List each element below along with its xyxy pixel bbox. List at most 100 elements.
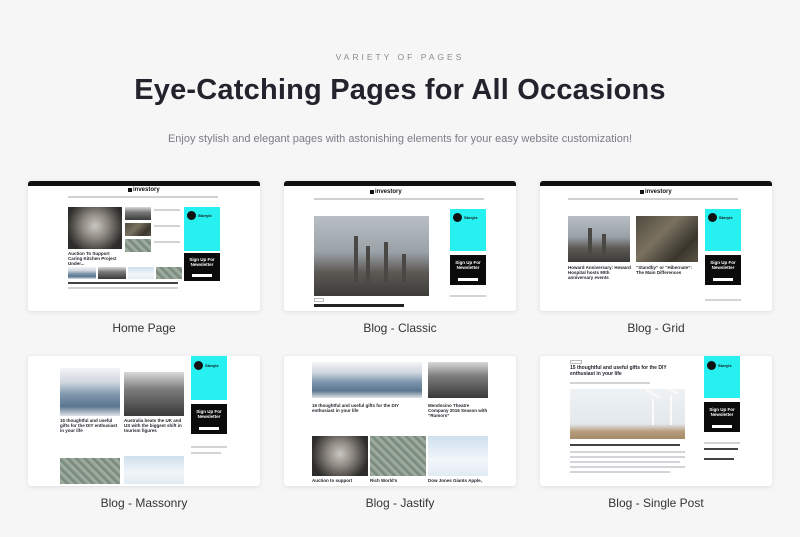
section-subtitle: Enjoy stylish and elegant pages with ast…: [167, 133, 633, 145]
mini-logo: investory: [128, 187, 160, 193]
post-title: Auction to support: [312, 478, 353, 483]
mini-topbar: [540, 181, 772, 186]
blog-grid-preview[interactable]: investory Howard Anniversary: Howard Hos…: [540, 181, 772, 311]
newsletter-button[interactable]: [712, 425, 732, 428]
post-title: Mendocino Theatre Company 2016 Season wi…: [428, 403, 488, 419]
feature-photo: [68, 207, 122, 249]
newsletter-label: Sign Up For Newsletter: [709, 407, 735, 417]
post-photo: [60, 458, 120, 484]
newsletter-box[interactable]: Sign Up For Newsletter: [450, 255, 486, 285]
post-title: Australia beats the UK and US with the b…: [124, 418, 182, 434]
blog-jastify-preview[interactable]: 15 thoughtful and useful gifts for the D…: [284, 356, 516, 486]
promo-banner[interactable]: Storyix: [184, 207, 220, 251]
promo-banner[interactable]: Storyix: [191, 356, 227, 400]
promo-badge: [708, 213, 717, 222]
thumb-photo: [125, 239, 151, 252]
thumb-photo: [68, 267, 96, 279]
section-title: Eye-Catching Pages for All Occasions: [134, 74, 666, 106]
text-line: [704, 442, 740, 444]
post-photo: [60, 368, 120, 416]
thumb-photo: [125, 207, 151, 220]
blog-classic-preview[interactable]: investory Storyix Sign Up For Newsletter: [284, 181, 516, 311]
page-label[interactable]: Home Page: [28, 321, 260, 335]
mini-topbar: [28, 181, 260, 186]
text-line: [154, 209, 180, 211]
page-label[interactable]: Blog - Single Post: [540, 496, 772, 510]
text-line: [570, 451, 685, 453]
promo-banner[interactable]: Storyix: [705, 209, 741, 251]
text-line: [570, 461, 680, 463]
text-line: [68, 287, 178, 289]
newsletter-label: Sign Up For Newsletter: [196, 409, 222, 419]
category-chip[interactable]: [314, 298, 324, 302]
text-line: [154, 241, 180, 243]
post-title: Dow Jones Giants Apple,: [428, 478, 482, 483]
promo-name: Storyix: [205, 363, 219, 368]
page-label[interactable]: Blog - Massonry: [28, 496, 260, 510]
mini-logo: investory: [370, 189, 402, 195]
mini-nav: [68, 196, 218, 198]
post-title: 15 thoughtful and useful gifts for the D…: [570, 365, 667, 377]
newsletter-box[interactable]: Sign Up For Newsletter: [704, 402, 740, 432]
text-line: [68, 282, 178, 284]
promo-badge: [707, 361, 716, 370]
mini-logo: investory: [640, 189, 672, 195]
post-photo: [312, 436, 368, 476]
mini-topbar: [284, 181, 516, 186]
promo-name: Storyix: [198, 213, 212, 218]
text-line: [154, 225, 180, 227]
post-photo: [428, 362, 488, 398]
promo-name: Storyix: [718, 363, 732, 368]
page-label[interactable]: Blog - Classic: [284, 321, 516, 335]
home-page-preview[interactable]: investory Auction To Support Caring Kitc…: [28, 181, 260, 311]
newsletter-button[interactable]: [192, 274, 212, 277]
promo-name: Storyix: [719, 215, 733, 220]
text-line: [450, 295, 486, 297]
newsletter-box[interactable]: Sign Up For Newsletter: [191, 404, 227, 434]
post-photo: [428, 436, 488, 476]
blog-massonry-preview[interactable]: 15 thoughtful and useful gifts for the D…: [28, 356, 260, 486]
text-line: [705, 299, 741, 301]
page-label[interactable]: Blog - Jastify: [284, 496, 516, 510]
promo-badge: [187, 211, 196, 220]
text-line: [570, 444, 680, 446]
category-chip[interactable]: [570, 360, 582, 364]
promo-banner[interactable]: Storyix: [704, 356, 740, 398]
promo-badge: [194, 361, 203, 370]
text-line: [704, 448, 738, 450]
promo-badge: [453, 213, 462, 222]
post-photo: [636, 216, 698, 262]
post-title: “Standby” or “Hibernate”: The Main Diffe…: [636, 265, 693, 276]
newsletter-button[interactable]: [713, 278, 733, 281]
thumb-photo: [125, 223, 151, 236]
thumb-photo: [128, 267, 154, 279]
mini-nav: [314, 198, 484, 200]
thumb-photo: [156, 267, 182, 279]
promo-name: Storyix: [464, 215, 478, 220]
feature-photo: [314, 216, 429, 296]
newsletter-button[interactable]: [199, 427, 219, 430]
post-title: 15 thoughtful and useful gifts for the D…: [60, 418, 118, 434]
newsletter-label: Sign Up For Newsletter: [189, 257, 215, 267]
post-photo: [124, 456, 184, 484]
text-line: [570, 456, 685, 458]
text-line: [191, 452, 221, 454]
page-label[interactable]: Blog - Grid: [540, 321, 772, 335]
mini-nav: [568, 198, 738, 200]
newsletter-box[interactable]: Sign Up For Newsletter: [184, 253, 220, 281]
newsletter-box[interactable]: Sign Up For Newsletter: [705, 255, 741, 285]
newsletter-label: Sign Up For Newsletter: [710, 260, 736, 270]
text-line: [704, 458, 734, 460]
post-title: Rich World's: [370, 478, 398, 483]
thumb-photo: [98, 267, 126, 279]
blog-single-post-preview[interactable]: 15 thoughtful and useful gifts for the D…: [540, 356, 772, 486]
post-photo: [124, 372, 184, 416]
meta-line: [570, 382, 650, 384]
post-photo: [568, 216, 630, 262]
post-title: Howard Anniversary: Howard Hospital host…: [568, 265, 631, 281]
text-line: [570, 466, 685, 468]
promo-banner[interactable]: Storyix: [450, 209, 486, 251]
newsletter-button[interactable]: [458, 278, 478, 281]
feature-title: Auction To Support Caring Kitchen Projec…: [68, 251, 117, 267]
post-photo: [370, 436, 426, 476]
